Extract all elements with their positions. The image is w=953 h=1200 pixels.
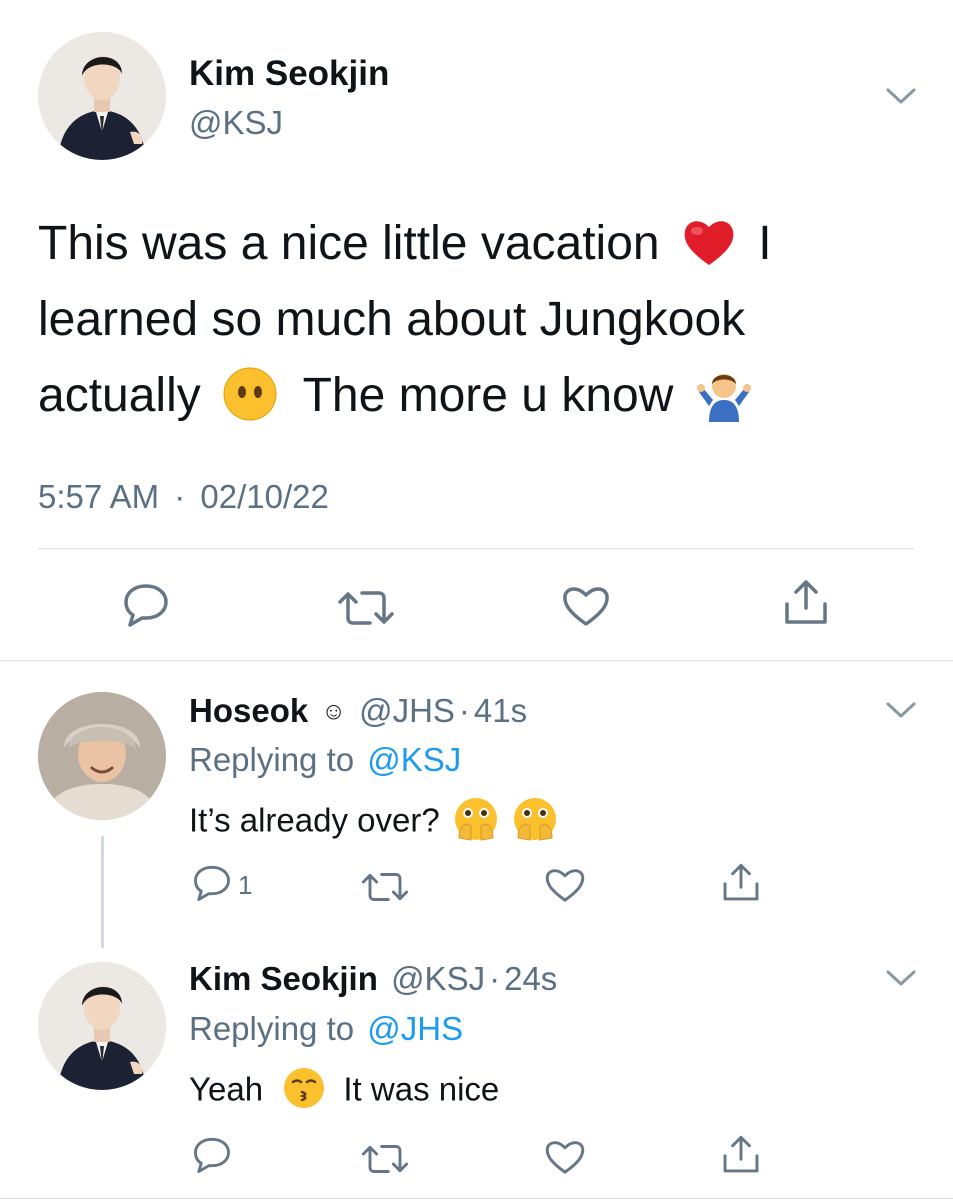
reply-text-content: It was nice xyxy=(343,1070,500,1108)
tweet-age: 41s xyxy=(473,692,528,729)
reply-text-content: Yeah xyxy=(189,1070,264,1108)
replying-to: Replying to @KSJ xyxy=(189,741,461,779)
author-name[interactable]: Kim Seokjin xyxy=(189,54,389,94)
reply-header: Kim Seokjin @KSJ · 24s xyxy=(189,960,557,998)
reply-icon[interactable] xyxy=(122,582,170,628)
tweet-text-part: This was a nice little vacation xyxy=(38,217,660,270)
author-handle[interactable]: @JHS xyxy=(359,692,455,729)
tweet-line-2: learned so much about Jungkook xyxy=(38,293,746,346)
tweet-text-part: I xyxy=(758,217,772,270)
like-icon[interactable] xyxy=(544,866,586,904)
retweet-icon[interactable] xyxy=(360,1142,410,1176)
author-name[interactable]: Hoseok xyxy=(189,692,308,729)
reply-icon[interactable] xyxy=(192,1136,232,1174)
tweet-text-part: actually xyxy=(38,369,201,422)
tweet-text-part: The more u know xyxy=(302,369,674,422)
reply-text-content: It’s already over? xyxy=(189,801,440,839)
smiley-badge-icon: ☺ xyxy=(321,698,346,725)
avatar[interactable] xyxy=(38,32,166,160)
replying-to-handle[interactable]: @JHS xyxy=(367,1010,463,1047)
retweet-icon[interactable] xyxy=(336,588,396,628)
author-name[interactable]: Kim Seokjin xyxy=(189,960,378,997)
tweet-line-1: This was a nice little vacation I xyxy=(38,206,918,282)
red-heart-emoji xyxy=(681,215,737,269)
avatar[interactable] xyxy=(38,692,166,820)
face-with-open-eyes-and-hand-over-mouth-emoji xyxy=(453,796,499,842)
like-icon[interactable] xyxy=(561,584,611,628)
tweet-line-3: actually The more u know xyxy=(38,358,918,434)
reply-text: It’s already over? xyxy=(189,798,558,846)
reply-count: 1 xyxy=(238,870,253,900)
reply-text: Yeah It was nice xyxy=(189,1068,500,1114)
tweet-text: This was a nice little vacation I learne… xyxy=(38,206,918,434)
share-icon[interactable] xyxy=(720,1134,762,1176)
thread-connector-line xyxy=(101,836,104,948)
author-handle[interactable]: @KSJ xyxy=(189,104,283,142)
like-icon[interactable] xyxy=(544,1138,586,1176)
tweet-date: 02/10/22 xyxy=(200,478,329,515)
reply-icon[interactable] xyxy=(192,864,232,902)
replying-to-handle[interactable]: @KSJ xyxy=(367,741,461,778)
face-with-open-eyes-and-hand-over-mouth-emoji xyxy=(512,796,558,842)
divider xyxy=(0,660,953,661)
separator-dot: · xyxy=(458,692,470,729)
author-handle[interactable]: @KSJ xyxy=(391,960,485,997)
separator-dot: · xyxy=(174,478,186,515)
kissing-face-emoji xyxy=(282,1066,326,1110)
reply-header: Hoseok ☺ @JHS · 41s xyxy=(189,692,527,730)
replying-to-label: Replying to xyxy=(189,741,355,778)
share-icon[interactable] xyxy=(781,578,831,628)
chevron-down-icon[interactable] xyxy=(884,968,918,988)
retweet-icon[interactable] xyxy=(360,870,410,904)
tweet-timestamp[interactable]: 5:57 AM · 02/10/22 xyxy=(38,478,329,516)
chevron-down-icon[interactable] xyxy=(884,700,918,720)
tweet-time: 5:57 AM xyxy=(38,478,160,515)
tweet-age: 24s xyxy=(504,960,558,997)
divider xyxy=(0,1198,953,1199)
divider xyxy=(38,548,914,549)
face-without-mouth-emoji xyxy=(222,366,278,422)
chevron-down-icon[interactable] xyxy=(884,86,918,106)
replying-to: Replying to @JHS xyxy=(189,1010,463,1048)
share-icon[interactable] xyxy=(720,862,762,904)
separator-dot: · xyxy=(489,960,501,997)
man-shrugging-emoji xyxy=(695,366,753,423)
replying-to-label: Replying to xyxy=(189,1010,355,1047)
avatar[interactable] xyxy=(38,962,166,1090)
